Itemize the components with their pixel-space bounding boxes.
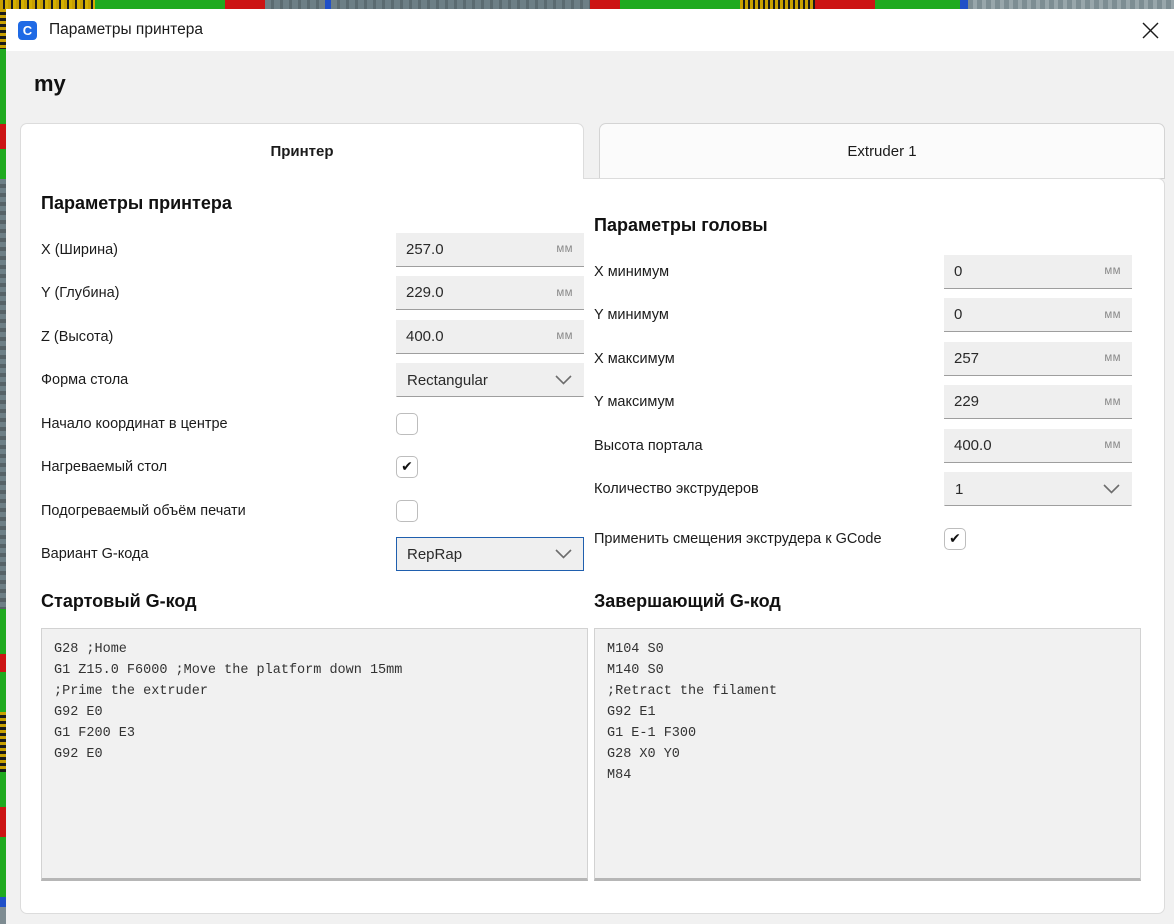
label-x-min: X минимум <box>594 263 944 281</box>
input-y-min-value: 0 <box>944 306 1104 323</box>
chevron-down-icon <box>555 375 583 385</box>
start-gcode-textarea[interactable]: G28 ;Home G1 Z15.0 F6000 ;Move the platf… <box>41 628 588 881</box>
input-gantry-height-value: 400.0 <box>944 437 1104 454</box>
end-gcode-title: Завершающий G-код <box>594 591 1147 612</box>
row-x-width: X (Ширина) 257.0 мм <box>41 228 594 272</box>
start-gcode-title: Стартовый G-код <box>41 591 594 612</box>
chevron-down-icon <box>1103 484 1131 494</box>
input-y-min[interactable]: 0 мм <box>944 298 1132 332</box>
checkbox-apply-extruder-offsets-tick: ✔ <box>949 532 961 546</box>
select-extruder-count[interactable]: 1 <box>944 472 1132 506</box>
row-gcode-flavour: Вариант G-кода RepRap <box>41 533 594 577</box>
input-x-max-unit: мм <box>1104 352 1132 364</box>
tab-printer[interactable]: Принтер <box>20 123 584 179</box>
end-gcode-textarea[interactable]: M104 S0 M140 S0 ;Retract the filament G9… <box>594 628 1141 881</box>
label-build-plate-shape: Форма стола <box>41 371 396 389</box>
active-tab-seam <box>21 178 583 180</box>
tab-extruder-1[interactable]: Extruder 1 <box>599 123 1165 179</box>
window-title: Параметры принтера <box>49 21 203 39</box>
tab-bar: Принтер Extruder 1 <box>20 123 1165 179</box>
label-gcode-flavour: Вариант G-кода <box>41 545 396 563</box>
label-y-min: Y минимум <box>594 306 944 324</box>
label-origin-at-center: Начало координат в центре <box>41 415 396 433</box>
page-title: my <box>34 71 66 97</box>
checkbox-heated-bed[interactable]: ✔ <box>396 456 418 478</box>
input-y-depth-value: 229.0 <box>396 284 556 301</box>
checkbox-heated-build-volume[interactable] <box>396 500 418 522</box>
input-x-max-value: 257 <box>944 350 1104 367</box>
tab-printer-label: Принтер <box>270 143 333 160</box>
label-x-width: X (Ширина) <box>41 241 396 259</box>
label-heated-bed: Нагреваемый стол <box>41 458 396 476</box>
label-y-depth: Y (Глубина) <box>41 284 396 302</box>
input-x-width[interactable]: 257.0 мм <box>396 233 584 267</box>
row-x-max: X максимум 257 мм <box>594 337 1147 381</box>
row-origin-at-center: Начало координат в центре <box>41 402 594 446</box>
row-x-min: X минимум 0 мм <box>594 250 1147 294</box>
row-gantry-height: Высота портала 400.0 мм <box>594 424 1147 468</box>
close-icon <box>1141 21 1160 40</box>
chevron-down-icon <box>555 549 583 559</box>
row-build-plate-shape: Форма стола Rectangular <box>41 359 594 403</box>
input-z-height[interactable]: 400.0 мм <box>396 320 584 354</box>
input-y-max-value: 229 <box>944 393 1104 410</box>
checkbox-apply-extruder-offsets[interactable]: ✔ <box>944 528 966 550</box>
input-y-min-unit: мм <box>1104 309 1132 321</box>
start-gcode-section: Стартовый G-код G28 ;Home G1 Z15.0 F6000… <box>41 591 594 881</box>
input-x-min[interactable]: 0 мм <box>944 255 1132 289</box>
profile-header: my <box>6 51 1174 117</box>
input-x-max[interactable]: 257 мм <box>944 342 1132 376</box>
input-y-depth[interactable]: 229.0 мм <box>396 276 584 310</box>
select-extruder-count-value: 1 <box>945 481 1103 498</box>
tab-extruder-1-label: Extruder 1 <box>847 143 916 160</box>
input-x-width-value: 257.0 <box>396 241 556 258</box>
row-apply-extruder-offsets: Применить смещения экструдера к GCode ✔ <box>594 511 1147 567</box>
cura-icon: C <box>18 21 37 40</box>
head-settings-title: Параметры головы <box>594 215 1147 236</box>
row-heated-bed: Нагреваемый стол ✔ <box>41 446 594 490</box>
select-build-plate-shape[interactable]: Rectangular <box>396 363 584 397</box>
input-x-min-value: 0 <box>944 263 1104 280</box>
settings-content-card: Параметры принтера X (Ширина) 257.0 мм Y… <box>20 178 1165 914</box>
label-heated-build-volume: Подогреваемый объём печати <box>41 502 396 520</box>
select-gcode-flavour-value: RepRap <box>397 546 555 563</box>
input-z-height-unit: мм <box>556 330 584 342</box>
checkbox-heated-bed-tick: ✔ <box>401 460 413 474</box>
input-x-width-unit: мм <box>556 243 584 255</box>
row-y-max: Y максимум 229 мм <box>594 381 1147 425</box>
tab-spacer <box>584 123 599 179</box>
label-z-height: Z (Высота) <box>41 328 396 346</box>
row-extruder-count: Количество экструдеров 1 <box>594 468 1147 512</box>
input-z-height-value: 400.0 <box>396 328 556 345</box>
select-gcode-flavour[interactable]: RepRap <box>396 537 584 571</box>
input-y-max[interactable]: 229 мм <box>944 385 1132 419</box>
input-y-depth-unit: мм <box>556 287 584 299</box>
label-apply-extruder-offsets: Применить смещения экструдера к GCode <box>594 530 944 548</box>
end-gcode-section: Завершающий G-код M104 S0 M140 S0 ;Retra… <box>594 591 1147 881</box>
printer-settings-title: Параметры принтера <box>41 193 594 214</box>
close-button[interactable] <box>1126 9 1174 51</box>
head-settings-section: Параметры головы X минимум 0 мм Y миниму… <box>594 215 1147 567</box>
label-x-max: X максимум <box>594 350 944 368</box>
row-z-height: Z (Высота) 400.0 мм <box>41 315 594 359</box>
row-heated-build-volume: Подогреваемый объём печати <box>41 489 594 533</box>
desktop-wallpaper-strip-top <box>0 0 1174 9</box>
label-extruder-count: Количество экструдеров <box>594 480 944 498</box>
select-build-plate-shape-value: Rectangular <box>397 372 555 389</box>
label-y-max: Y максимум <box>594 393 944 411</box>
printer-settings-section: Параметры принтера X (Ширина) 257.0 мм Y… <box>41 193 594 576</box>
input-y-max-unit: мм <box>1104 396 1132 408</box>
label-gantry-height: Высота портала <box>594 437 944 455</box>
checkbox-origin-at-center[interactable] <box>396 413 418 435</box>
input-gantry-height[interactable]: 400.0 мм <box>944 429 1132 463</box>
row-y-depth: Y (Глубина) 229.0 мм <box>41 272 594 316</box>
input-gantry-height-unit: мм <box>1104 439 1132 451</box>
title-bar: C Параметры принтера <box>6 9 1174 51</box>
printer-settings-dialog: C Параметры принтера my Принтер Extruder… <box>6 9 1174 924</box>
input-x-min-unit: мм <box>1104 265 1132 277</box>
row-y-min: Y минимум 0 мм <box>594 294 1147 338</box>
